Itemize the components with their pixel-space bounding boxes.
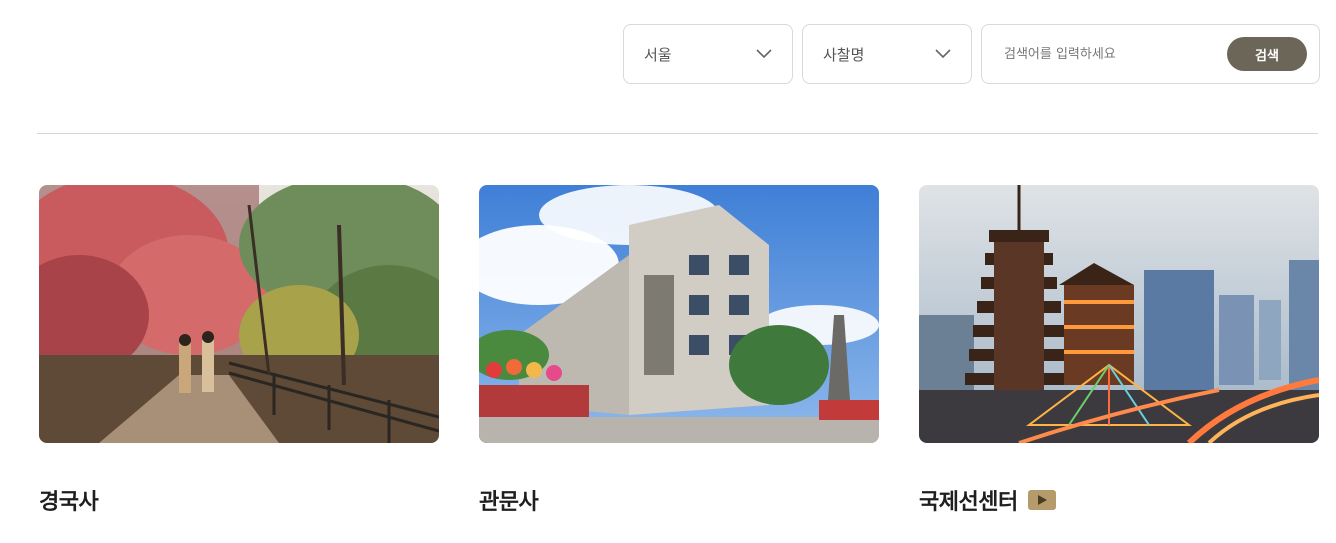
temple-name: 국제선센터 bbox=[919, 490, 1018, 515]
temple-card-title: 관문사 bbox=[479, 485, 879, 515]
search-button[interactable]: 검색 bbox=[1227, 37, 1307, 71]
temple-card-list: 경국사 관문사 국제선센터 bbox=[39, 185, 1319, 515]
chevron-down-icon bbox=[935, 46, 951, 62]
temple-card[interactable]: 경국사 bbox=[39, 185, 439, 515]
region-select[interactable]: 서울 bbox=[623, 24, 793, 84]
temple-thumbnail[interactable] bbox=[479, 185, 879, 443]
region-select-label: 서울 bbox=[644, 45, 672, 64]
temple-thumbnail[interactable] bbox=[39, 185, 439, 443]
temple-thumbnail[interactable] bbox=[919, 185, 1319, 443]
temple-card[interactable]: 국제선센터 bbox=[919, 185, 1319, 515]
temple-card-title: 국제선센터 bbox=[919, 485, 1319, 515]
temple-name: 관문사 bbox=[479, 490, 539, 515]
temple-card[interactable]: 관문사 bbox=[479, 185, 879, 515]
play-icon[interactable] bbox=[1027, 490, 1056, 510]
temple-card-title: 경국사 bbox=[39, 485, 439, 515]
category-select-label: 사찰명 bbox=[823, 45, 865, 64]
search-box: 검색 bbox=[981, 24, 1320, 84]
chevron-down-icon bbox=[756, 46, 772, 62]
divider bbox=[37, 133, 1318, 134]
temple-name: 경국사 bbox=[39, 490, 99, 515]
filter-bar: 서울 사찰명 검색 bbox=[623, 24, 1320, 84]
search-input[interactable] bbox=[1004, 46, 1227, 62]
category-select[interactable]: 사찰명 bbox=[802, 24, 972, 84]
